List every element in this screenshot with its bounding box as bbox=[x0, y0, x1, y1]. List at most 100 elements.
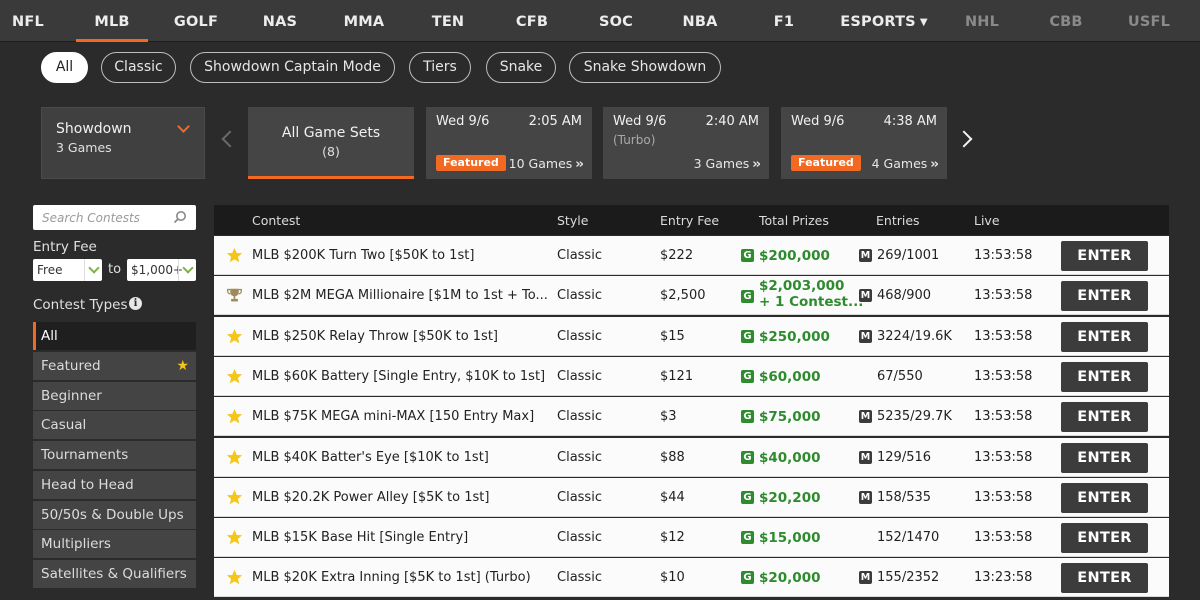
entry-fee: $12 bbox=[660, 530, 685, 546]
contest-name[interactable]: MLB $20K Extra Inning [$5K to 1st] (Turb… bbox=[252, 570, 531, 585]
gameset-games-label: 4 Games bbox=[871, 156, 928, 171]
entry-fee: $88 bbox=[660, 449, 685, 465]
table-row[interactable]: MLB $75K MEGA mini-MAX [150 Entry Max] Cl… bbox=[214, 397, 1169, 437]
gameset-date: Wed 9/6 bbox=[791, 114, 845, 129]
contest-name[interactable]: MLB $75K MEGA mini-MAX [150 Entry Max] bbox=[252, 409, 534, 424]
search-input[interactable] bbox=[33, 205, 163, 230]
chevron-left-icon[interactable] bbox=[221, 130, 239, 148]
total-prizes[interactable]: $20,200 bbox=[759, 490, 821, 506]
total-prizes[interactable]: $60,000 bbox=[759, 369, 821, 385]
col-live[interactable]: Live bbox=[974, 213, 1000, 228]
table-row[interactable]: MLB $2M MEGA Millionaire [$1M to 1st + T… bbox=[214, 276, 1169, 316]
gameset-card[interactable]: Wed 9/6 2:05 AM Featured 10 Games ›› bbox=[426, 107, 592, 179]
tab-cbb[interactable]: CBB bbox=[1036, 0, 1096, 42]
tab-cfb[interactable]: CFB bbox=[502, 0, 562, 42]
chevron-down-icon bbox=[84, 259, 102, 281]
filter-showdown-captain[interactable]: Showdown Captain Mode bbox=[190, 52, 395, 83]
table-row[interactable]: MLB $15K Base Hit [Single Entry] Classic $… bbox=[214, 518, 1169, 558]
contest-type-casual[interactable]: Casual bbox=[33, 411, 196, 439]
star-icon bbox=[226, 328, 243, 345]
contest-name[interactable]: MLB $2M MEGA Millionaire [$1M to 1st + T… bbox=[252, 288, 548, 303]
filter-tiers[interactable]: Tiers bbox=[409, 52, 471, 83]
star-icon bbox=[226, 449, 243, 466]
contest-name[interactable]: MLB $250K Relay Throw [$50K to 1st] bbox=[252, 329, 498, 344]
table-row[interactable]: MLB $200K Turn Two [$50K to 1st] Classic $… bbox=[214, 236, 1169, 275]
col-entries[interactable]: Entries bbox=[876, 213, 920, 228]
live-countdown: 13:53:58 bbox=[974, 409, 1033, 425]
tab-nfl[interactable]: NFL bbox=[0, 0, 56, 42]
multi-entry-icon: M bbox=[859, 450, 872, 464]
tab-mma[interactable]: MMA bbox=[334, 0, 394, 42]
total-prizes[interactable]: $75,000 bbox=[759, 409, 821, 425]
contest-type-beginner[interactable]: Beginner bbox=[33, 382, 196, 410]
contest-type-multipliers[interactable]: Multipliers bbox=[33, 530, 196, 558]
col-entry-fee[interactable]: Entry Fee bbox=[660, 213, 719, 228]
col-total-prizes[interactable]: Total Prizes bbox=[759, 213, 829, 228]
tab-nhl[interactable]: NHL bbox=[952, 0, 1012, 42]
total-prizes[interactable]: $20,000 bbox=[759, 570, 821, 586]
total-prizes[interactable]: $15,000 bbox=[759, 530, 821, 546]
filter-snake-showdown[interactable]: Snake Showdown bbox=[569, 52, 721, 83]
gameset-card[interactable]: Wed 9/6 2:40 AM (Turbo) 3 Games ›› bbox=[603, 107, 769, 179]
contest-name[interactable]: MLB $40K Batter's Eye [$10K to 1st] bbox=[252, 450, 489, 465]
total-prizes[interactable]: $250,000 bbox=[759, 329, 830, 345]
contest-type-all[interactable]: All bbox=[33, 322, 196, 350]
contest-name[interactable]: MLB $60K Battery [Single Entry, $10K to … bbox=[252, 369, 545, 384]
fee-to-select[interactable]: $1,000+ bbox=[127, 259, 196, 281]
tab-usfl[interactable]: USFL bbox=[1118, 0, 1180, 42]
contest-type-featured[interactable]: Featured ★ bbox=[33, 352, 196, 380]
tab-nas[interactable]: NAS bbox=[250, 0, 310, 42]
enter-button[interactable]: ENTER bbox=[1061, 402, 1148, 433]
table-row[interactable]: MLB $40K Batter's Eye [$10K to 1st] Class… bbox=[214, 437, 1169, 477]
guaranteed-icon: G bbox=[741, 410, 754, 424]
star-icon bbox=[226, 247, 243, 264]
contest-type-50-50s[interactable]: 50/50s & Double Ups bbox=[33, 501, 196, 529]
table-row[interactable]: MLB $20.2K Power Alley [$5K to 1st] Class… bbox=[214, 477, 1169, 517]
filter-all[interactable]: All bbox=[41, 52, 88, 83]
multi-entry-icon: M bbox=[859, 249, 872, 262]
tab-soc[interactable]: SOC bbox=[586, 0, 646, 42]
fee-from-value: Free bbox=[37, 263, 63, 277]
gameset-date: Wed 9/6 bbox=[436, 114, 490, 129]
enter-button[interactable]: ENTER bbox=[1061, 563, 1148, 594]
filter-classic[interactable]: Classic bbox=[101, 52, 176, 83]
contest-name[interactable]: MLB $200K Turn Two [$50K to 1st] bbox=[252, 248, 474, 263]
info-icon[interactable]: i bbox=[129, 297, 142, 310]
enter-button[interactable]: ENTER bbox=[1061, 321, 1148, 352]
contest-style: Classic bbox=[557, 248, 602, 263]
enter-button[interactable]: ENTER bbox=[1061, 281, 1148, 312]
tab-ten[interactable]: TEN bbox=[418, 0, 478, 42]
table-row[interactable]: MLB $250K Relay Throw [$50K to 1st] Class… bbox=[214, 316, 1169, 356]
contest-type-tournaments[interactable]: Tournaments bbox=[33, 441, 196, 469]
table-row[interactable]: MLB $20K Extra Inning [$5K to 1st] (Turb… bbox=[214, 558, 1169, 598]
contest-name[interactable]: MLB $15K Base Hit [Single Entry] bbox=[252, 530, 468, 545]
fee-to-value: $1,000+ bbox=[131, 263, 184, 277]
search-box[interactable] bbox=[33, 205, 196, 230]
filter-snake[interactable]: Snake bbox=[486, 52, 556, 83]
contest-style: Classic bbox=[557, 288, 602, 304]
fee-from-select[interactable]: Free bbox=[33, 259, 102, 281]
tab-nba[interactable]: NBA bbox=[670, 0, 730, 42]
col-contest[interactable]: Contest bbox=[252, 213, 300, 228]
col-style[interactable]: Style bbox=[557, 213, 588, 228]
enter-button[interactable]: ENTER bbox=[1061, 482, 1148, 513]
contest-type-head-to-head[interactable]: Head to Head bbox=[33, 471, 196, 499]
gameset-card[interactable]: Wed 9/6 4:38 AM Featured 4 Games ›› bbox=[781, 107, 947, 179]
contest-name[interactable]: MLB $20.2K Power Alley [$5K to 1st] bbox=[252, 490, 489, 505]
tab-mlb[interactable]: MLB bbox=[76, 0, 148, 42]
tab-golf[interactable]: GOLF bbox=[164, 0, 228, 42]
enter-button[interactable]: ENTER bbox=[1061, 442, 1148, 473]
chevron-right-icon[interactable] bbox=[955, 130, 973, 148]
total-prizes[interactable]: $2,003,000 + 1 Contest... bbox=[759, 278, 863, 310]
gameset-all[interactable]: All Game Sets (8) bbox=[248, 107, 414, 179]
total-prizes[interactable]: $40,000 bbox=[759, 450, 821, 466]
enter-button[interactable]: ENTER bbox=[1061, 361, 1148, 392]
tab-esports[interactable]: ESPORTS ▼ bbox=[834, 0, 934, 42]
contest-type-satellites[interactable]: Satellites & Qualifiers bbox=[33, 560, 196, 588]
game-type-select[interactable]: Showdown 3 Games bbox=[41, 107, 205, 179]
enter-button[interactable]: ENTER bbox=[1061, 523, 1148, 554]
enter-button[interactable]: ENTER bbox=[1061, 241, 1148, 271]
table-row[interactable]: MLB $60K Battery [Single Entry, $10K to … bbox=[214, 356, 1169, 396]
tab-f1[interactable]: F1 bbox=[754, 0, 814, 42]
total-prizes[interactable]: $200,000 bbox=[759, 248, 830, 264]
